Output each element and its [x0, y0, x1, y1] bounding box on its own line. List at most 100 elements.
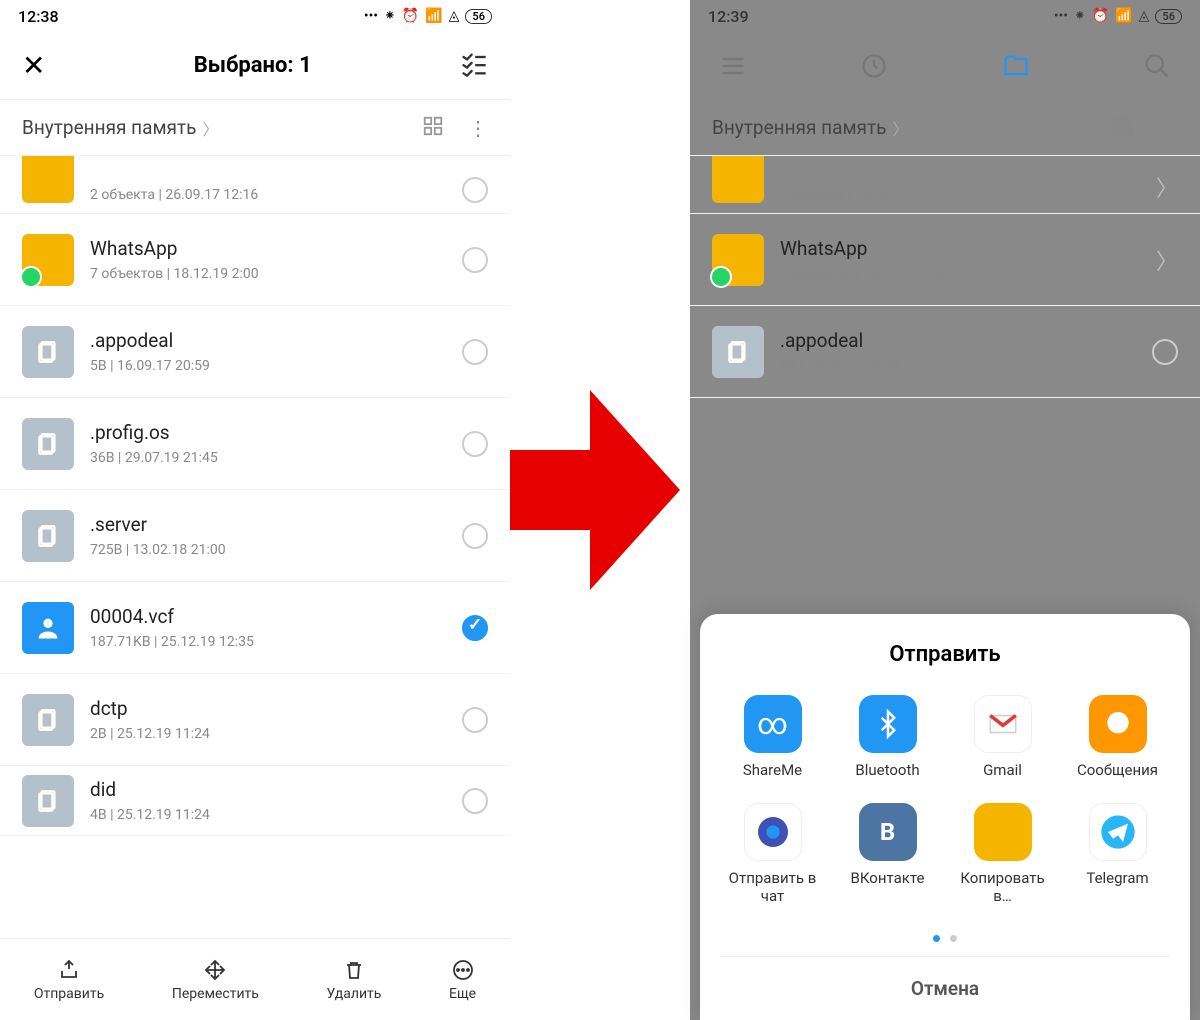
wifi-icon: ◬: [449, 8, 460, 24]
page-dot: [950, 935, 957, 942]
search-icon[interactable]: [1136, 52, 1178, 80]
file-meta: 725B | 13.02.18 21:00: [90, 542, 446, 558]
checkbox-checked[interactable]: [462, 615, 488, 641]
file-row[interactable]: WhatsApp 7 объектов | 18.12.19 2:00 〉: [690, 214, 1200, 306]
folder-icon: [712, 234, 764, 286]
breadcrumb-label: Внутренняя память: [22, 116, 196, 139]
share-app-bluetooth[interactable]: Bluetooth: [835, 695, 940, 779]
share-app-copy[interactable]: Копировать в…: [950, 803, 1055, 905]
file-row[interactable]: .appodeal 5B | 16.09.17 20:59: [0, 306, 510, 398]
folder-icon: [22, 234, 74, 286]
checkbox[interactable]: [462, 523, 488, 549]
document-icon: [22, 418, 74, 470]
checkbox[interactable]: [1152, 339, 1178, 365]
action-label: Отправить: [34, 986, 104, 1002]
cancel-button[interactable]: Отмена: [720, 956, 1170, 1020]
breadcrumb[interactable]: Внутренняя память 〉: [712, 116, 908, 140]
share-app-messages[interactable]: Сообщения: [1065, 695, 1170, 779]
delete-button[interactable]: Удалить: [327, 958, 382, 1002]
checkbox[interactable]: [462, 788, 488, 814]
checkbox[interactable]: [462, 247, 488, 273]
arrow-right-icon: [510, 380, 680, 600]
file-name: WhatsApp: [780, 237, 1140, 260]
document-icon: [22, 510, 74, 562]
folder-icon: [712, 156, 764, 203]
share-label: Gmail: [983, 761, 1022, 779]
checkbox[interactable]: [462, 431, 488, 457]
file-row[interactable]: 00004.vcf 187.71KB | 25.12.19 12:35: [0, 582, 510, 674]
share-app-telegram[interactable]: Telegram: [1065, 803, 1170, 905]
contact-icon: [22, 602, 74, 654]
share-label: ShareMe: [743, 761, 802, 779]
share-label: ВКонтакте: [851, 869, 925, 887]
file-row[interactable]: .profig.os 36B | 29.07.19 21:45: [0, 398, 510, 490]
signal-icon: 📶: [425, 8, 442, 24]
file-name: .appodeal: [780, 329, 1136, 352]
top-tabs: [690, 32, 1200, 100]
file-row[interactable]: .appodeal 5B | 16.09.17 20:59: [690, 306, 1200, 398]
gmail-icon: [974, 695, 1032, 753]
share-label: Bluetooth: [855, 761, 919, 779]
share-sheet: Отправить ∞ ShareMe Bluetooth Gmail: [700, 614, 1190, 1020]
file-row[interactable]: dctp 2B | 25.12.19 11:24: [0, 674, 510, 766]
file-meta: 5B | 16.09.17 20:59: [90, 358, 446, 374]
file-row[interactable]: 2 объекта | 26.09.17 12:16 〉: [690, 156, 1200, 214]
file-meta: 5B | 16.09.17 20:59: [780, 358, 1136, 374]
checkbox[interactable]: [462, 177, 488, 203]
messages-icon: [1089, 695, 1147, 753]
checkbox[interactable]: [462, 707, 488, 733]
more-options-icon[interactable]: ⋮: [468, 125, 488, 131]
breadcrumb[interactable]: Внутренняя память 〉: [22, 116, 218, 140]
chat-icon: [744, 803, 802, 861]
share-app-vk[interactable]: B ВКонтакте: [835, 803, 940, 905]
breadcrumb-label: Внутренняя память: [712, 116, 886, 139]
wifi-icon: ◬: [1139, 8, 1150, 24]
view-grid-icon[interactable]: [1112, 115, 1134, 141]
bottom-action-bar: Отправить Переместить Удалить Еще: [0, 938, 510, 1020]
vk-icon: B: [859, 803, 917, 861]
more-icon: •••: [1054, 8, 1068, 24]
signal-icon: 📶: [1115, 8, 1132, 24]
alarm-icon: ⏰: [1092, 8, 1109, 24]
action-label: Еще: [449, 986, 476, 1002]
select-all-icon[interactable]: [460, 50, 488, 82]
file-name: .profig.os: [90, 421, 446, 444]
file-row[interactable]: .server 725B | 13.02.18 21:00: [0, 490, 510, 582]
view-grid-icon[interactable]: [422, 115, 444, 141]
file-row[interactable]: WhatsApp 7 объектов | 18.12.19 2:00: [0, 214, 510, 306]
status-icons: ••• ⁕ ⏰ 📶 ◬ 56: [364, 8, 492, 24]
files-tab-icon[interactable]: [995, 52, 1037, 80]
file-row[interactable]: did 4B | 25.12.19 11:24: [0, 766, 510, 836]
menu-icon[interactable]: [712, 52, 754, 80]
file-meta: 4B | 25.12.19 11:24: [90, 807, 446, 823]
document-icon: [22, 694, 74, 746]
share-app-gmail[interactable]: Gmail: [950, 695, 1055, 779]
recent-tab-icon[interactable]: [853, 52, 895, 80]
file-meta: 2 объекта | 26.09.17 12:16: [780, 187, 1140, 203]
action-label: Удалить: [327, 986, 382, 1002]
copy-folder-icon: [974, 803, 1032, 861]
file-meta: 187.71KB | 25.12.19 12:35: [90, 634, 446, 650]
status-time: 12:39: [708, 7, 749, 26]
file-name: .server: [90, 513, 446, 536]
send-button[interactable]: Отправить: [34, 958, 104, 1002]
file-row[interactable]: 2 объекта | 26.09.17 12:16: [0, 156, 510, 214]
document-icon: [22, 775, 74, 827]
selection-title: Выбрано: 1: [45, 53, 460, 78]
more-options-icon[interactable]: ⋮: [1158, 125, 1178, 131]
share-app-shareme[interactable]: ∞ ShareMe: [720, 695, 825, 779]
bluetooth-icon: ⁕: [1074, 8, 1086, 24]
checkbox[interactable]: [462, 339, 488, 365]
page-dot: [933, 935, 940, 942]
page-indicator: [720, 927, 1170, 946]
document-icon: [22, 326, 74, 378]
share-label: Telegram: [1086, 869, 1148, 887]
file-name: WhatsApp: [90, 237, 446, 260]
share-grid: ∞ ShareMe Bluetooth Gmail Сообщения: [720, 695, 1170, 905]
share-app-chat[interactable]: Отправить в чат: [720, 803, 825, 905]
file-name: dctp: [90, 697, 446, 720]
move-button[interactable]: Переместить: [172, 958, 259, 1002]
more-button[interactable]: Еще: [449, 958, 476, 1002]
cancel-label: Отмена: [911, 977, 979, 1000]
close-icon[interactable]: ✕: [22, 49, 45, 82]
